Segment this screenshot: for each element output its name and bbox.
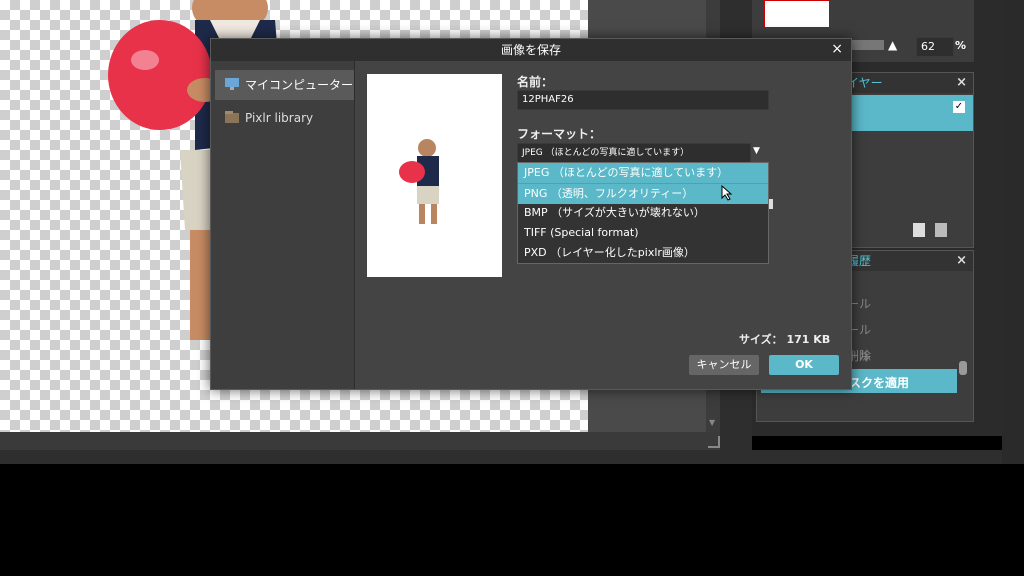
letterbox-bar xyxy=(0,464,1024,576)
cancel-button[interactable]: キャンセル xyxy=(689,355,759,375)
zoom-unit: % xyxy=(955,39,967,52)
zoom-input[interactable]: 62 xyxy=(916,37,954,57)
right-edge xyxy=(1002,0,1024,464)
format-dropdown-list: JPEG （ほとんどの写真に適しています） PNG （透明、フルクオリティー） … xyxy=(517,162,769,264)
location-list: マイコンピューター Pixlr library xyxy=(211,61,355,389)
mouse-cursor-icon xyxy=(721,185,733,201)
monitor-icon xyxy=(225,78,239,90)
navigator-thumbnail[interactable] xyxy=(764,0,830,28)
history-item-label: スクを適用 xyxy=(849,376,910,390)
new-layer-icon[interactable] xyxy=(913,223,925,237)
resize-grip-icon[interactable] xyxy=(708,436,720,448)
location-label: Pixlr library xyxy=(245,111,314,125)
dialog-title: 画像を保存 xyxy=(211,39,851,61)
layers-close-icon[interactable]: × xyxy=(956,75,967,90)
scroll-down-icon[interactable]: ▼ xyxy=(709,418,715,427)
preview-photo xyxy=(399,139,439,224)
format-label: フォーマット： xyxy=(517,127,602,141)
dialog-close-icon[interactable]: × xyxy=(831,41,843,57)
image-preview xyxy=(367,74,502,277)
zoom-slider[interactable] xyxy=(848,40,884,50)
filename-input[interactable]: 12PHAF26 xyxy=(517,90,769,110)
history-scrollbar[interactable] xyxy=(959,361,967,375)
format-option-pxd[interactable]: PXD （レイヤー化したpixlr画像） xyxy=(518,243,768,263)
history-close-icon[interactable]: × xyxy=(956,253,967,268)
location-label: マイコンピューター xyxy=(245,78,354,92)
editor-footer xyxy=(0,450,1004,464)
format-option-tiff[interactable]: TIFF (Special format) xyxy=(518,223,768,243)
format-select[interactable]: JPEG （ほとんどの写真に適しています） xyxy=(517,143,751,163)
format-option-bmp[interactable]: BMP （サイズが大きいが壊れない） xyxy=(518,203,768,223)
quality-slider-handle[interactable] xyxy=(769,199,773,209)
library-icon xyxy=(225,111,239,123)
layer-visibility-checkbox[interactable]: ✓ xyxy=(953,101,965,113)
chevron-down-icon[interactable]: ▼ xyxy=(753,146,760,156)
mountain-icon: ▲ xyxy=(888,38,898,52)
ok-button[interactable]: OK xyxy=(769,355,839,375)
horizontal-scrollbar[interactable] xyxy=(0,432,720,450)
file-size-text: サイズ： 171 KB xyxy=(739,333,831,346)
save-image-dialog: 画像を保存 × マイコンピューター Pixlr library 名前： 12PH… xyxy=(210,38,852,390)
format-option-jpeg[interactable]: JPEG （ほとんどの写真に適しています） xyxy=(518,163,768,183)
location-pixlr-library[interactable]: Pixlr library xyxy=(215,103,354,133)
location-my-computer[interactable]: マイコンピューター xyxy=(215,70,354,100)
trash-icon[interactable] xyxy=(935,223,947,237)
name-label: 名前： xyxy=(517,75,554,89)
